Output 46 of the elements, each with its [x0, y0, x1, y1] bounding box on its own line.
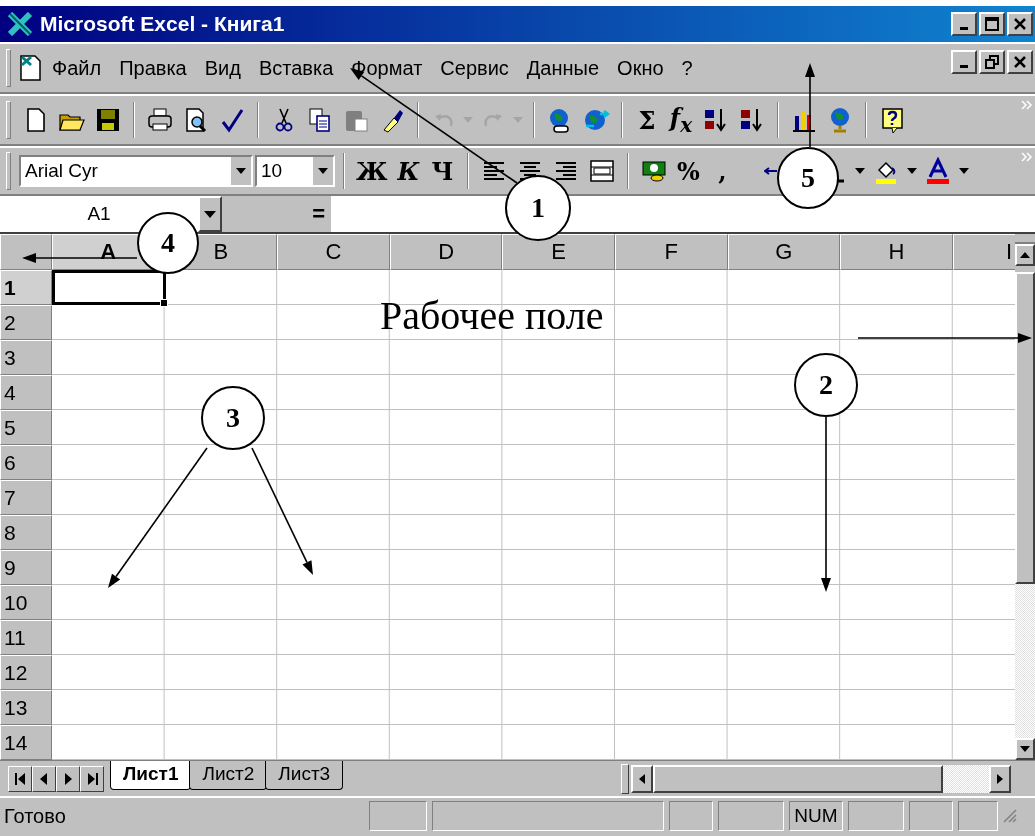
column-header[interactable]: I	[952, 234, 1015, 270]
row-header[interactable]: 13	[0, 690, 52, 725]
row-header[interactable]: 6	[0, 445, 52, 480]
menu-item[interactable]: Правка	[110, 56, 196, 80]
menu-item[interactable]: Вставка	[249, 56, 343, 80]
column-header[interactable]: G	[727, 234, 841, 270]
row-header[interactable]: 1	[0, 270, 52, 305]
window-title: Microsoft Excel - Книга1	[40, 12, 286, 36]
sheet-tab[interactable]: Лист3	[265, 761, 344, 790]
status-indicator: NUM	[789, 801, 843, 831]
toolbar-button[interactable]: f$_{x}$	[665, 103, 697, 137]
sheet-tab[interactable]: Лист1	[110, 761, 192, 790]
toolbar-button[interactable]: %	[672, 154, 705, 188]
menu-item[interactable]: Файл	[43, 56, 111, 80]
toolbar-button[interactable]: Ч	[426, 154, 459, 188]
row-header[interactable]: 7	[0, 480, 52, 515]
equals-sign: =	[312, 201, 325, 227]
menu-item[interactable]: Данные	[517, 56, 609, 80]
row-header[interactable]: 8	[0, 515, 52, 550]
column-header[interactable]: F	[614, 234, 728, 270]
column-header[interactable]: D	[389, 234, 503, 270]
sheet-tab[interactable]: Лист2	[189, 761, 268, 790]
row-header[interactable]: 2	[0, 305, 52, 340]
column-header[interactable]: H	[840, 234, 953, 270]
row-header[interactable]: 4	[0, 375, 52, 410]
row-header[interactable]: 5	[0, 410, 52, 445]
menu-item[interactable]: ?	[672, 56, 702, 80]
row-header[interactable]: 11	[0, 620, 52, 655]
menu-item[interactable]: Вид	[195, 56, 250, 80]
row-header[interactable]: 14	[0, 725, 52, 760]
row-header[interactable]: 10	[0, 585, 52, 620]
column-header[interactable]: C	[277, 234, 390, 270]
row-header[interactable]: 12	[0, 655, 52, 690]
status-text: Готово	[4, 804, 67, 828]
row-header[interactable]: 3	[0, 340, 52, 375]
caption-text: Рабочее поле	[380, 292, 604, 339]
font-name-field[interactable]: Arial Cyr	[19, 155, 253, 187]
menu-item[interactable]: Сервис	[431, 56, 518, 80]
row-header[interactable]: 9	[0, 550, 52, 585]
font-size-field[interactable]: 10	[255, 155, 335, 187]
toolbar-button[interactable]: Σ	[631, 103, 663, 137]
toolbar-button[interactable]: Ж	[353, 154, 391, 188]
toolbar-button[interactable]: ,	[706, 154, 739, 188]
menu-item[interactable]: Окно	[608, 56, 673, 80]
callout-overlay: 5	[777, 147, 839, 209]
toolbar-button[interactable]: К	[392, 154, 425, 188]
